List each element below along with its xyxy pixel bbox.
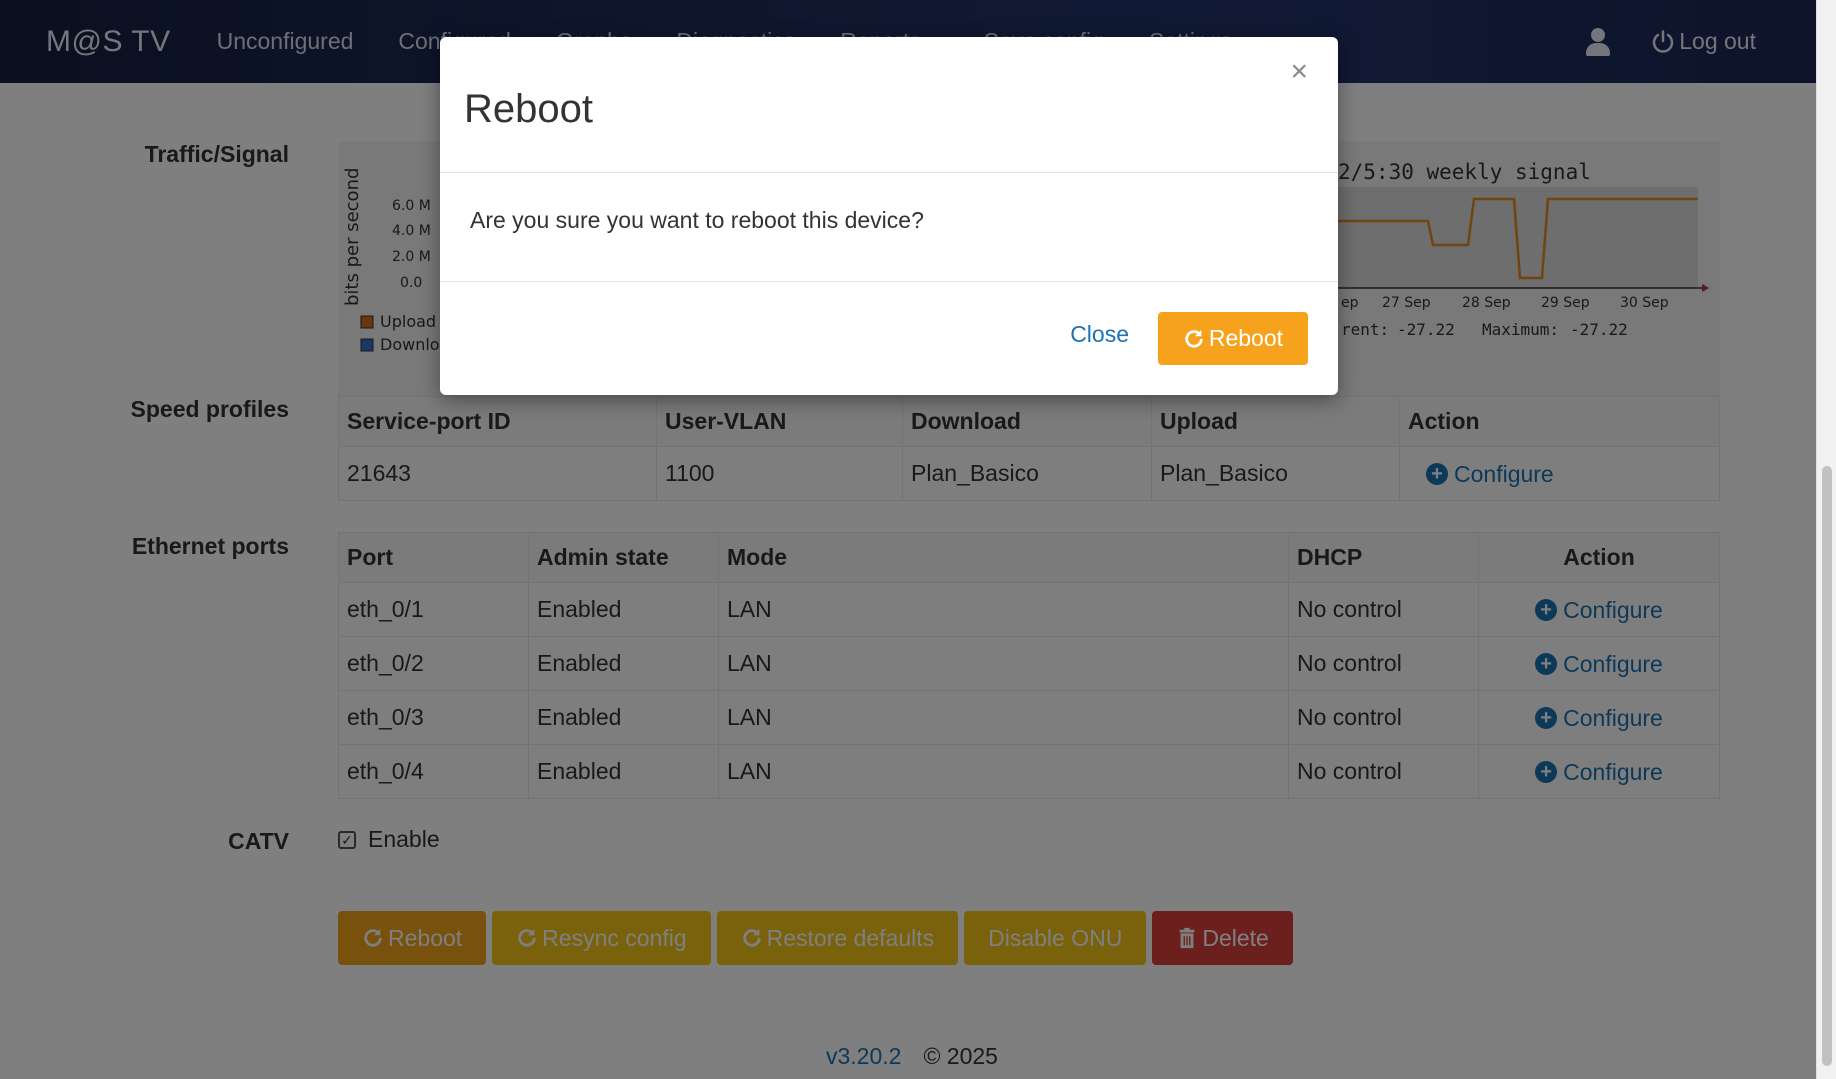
modal-footer: Close Reboot bbox=[440, 282, 1338, 394]
modal-reboot-button[interactable]: Reboot bbox=[1157, 312, 1308, 365]
modal-message: Are you sure you want to reboot this dev… bbox=[440, 173, 1338, 282]
close-icon[interactable]: × bbox=[1290, 55, 1308, 89]
scrollbar-thumb[interactable] bbox=[1822, 466, 1832, 1066]
page-scrollbar[interactable] bbox=[1816, 0, 1836, 1079]
modal-title: Reboot bbox=[464, 87, 593, 131]
refresh-icon bbox=[1185, 329, 1203, 348]
modal-header: Reboot × bbox=[440, 37, 1338, 173]
modal-reboot-label: Reboot bbox=[1208, 325, 1283, 351]
reboot-modal: Reboot × Are you sure you want to reboot… bbox=[440, 37, 1338, 395]
modal-close-button[interactable]: Close bbox=[1070, 321, 1129, 348]
